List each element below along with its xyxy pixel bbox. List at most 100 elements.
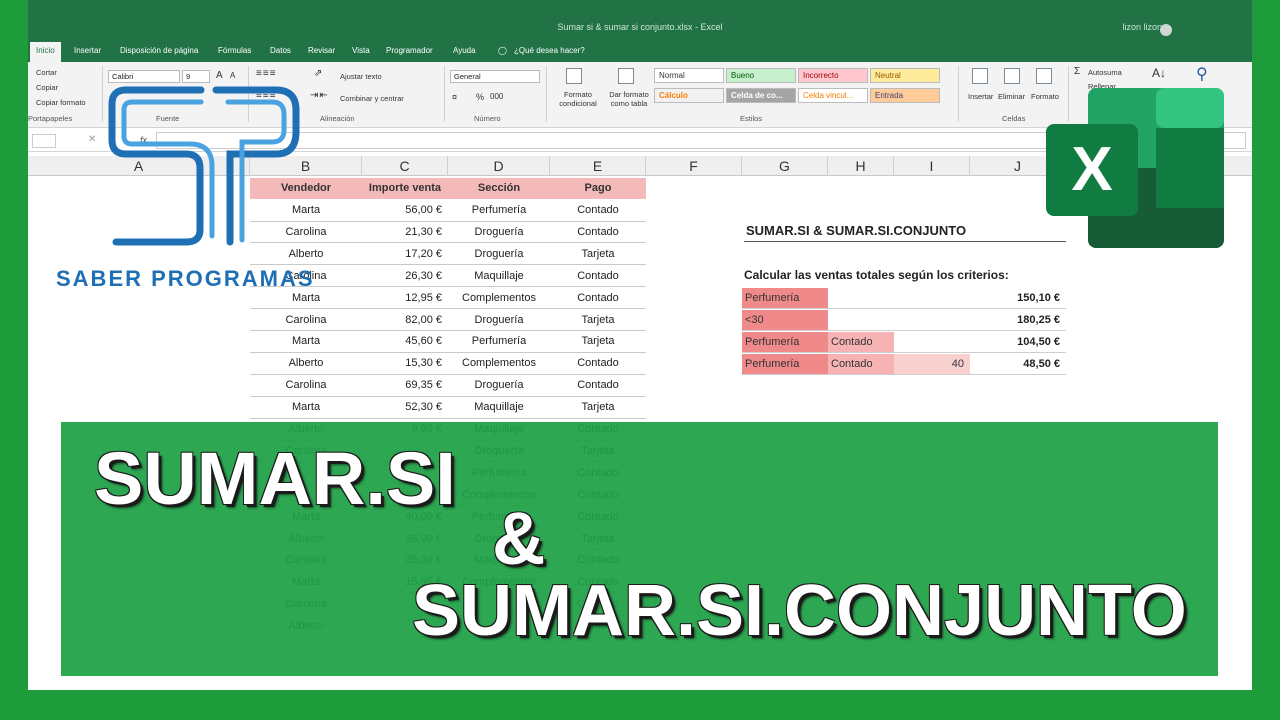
format-painter-button[interactable]: Copiar formato [36, 98, 86, 107]
criteria-cell-i[interactable] [894, 310, 970, 331]
criteria-cell-g[interactable]: Perfumería [742, 354, 828, 375]
sigma-icon[interactable]: Σ [1074, 66, 1080, 77]
cell-vendedor[interactable]: Carolina [250, 375, 362, 395]
summary-title[interactable]: SUMAR.SI & SUMAR.SI.CONJUNTO [744, 220, 1066, 242]
cell-seccion[interactable]: Perfumería [448, 331, 550, 351]
criteria-cell-g[interactable]: Perfumería [742, 332, 828, 353]
cell-importe[interactable]: 56,00 € [362, 200, 448, 220]
percent-button[interactable]: % [476, 92, 484, 102]
cell-importe[interactable]: 21,30 € [362, 222, 448, 242]
criteria-cell-h[interactable] [828, 310, 894, 331]
cell-importe[interactable]: 69,35 € [362, 375, 448, 395]
cell-pago[interactable]: Contado [550, 266, 646, 286]
find-select-icon[interactable]: ⚲ [1196, 64, 1208, 84]
criteria-cell-g[interactable]: <30 [742, 310, 828, 331]
tab-programador[interactable]: Programador [386, 46, 433, 55]
cell-vendedor[interactable]: Marta [250, 397, 362, 417]
criteria-cell-j[interactable]: 104,50 € [970, 332, 1066, 353]
style-incorrecto[interactable]: Incorrecto [798, 68, 868, 83]
conditional-format-button[interactable]: Formato condicional [552, 90, 604, 108]
criteria-cell-h[interactable]: Contado [828, 332, 894, 353]
cell-pago[interactable]: Tarjeta [550, 244, 646, 264]
wrap-text-button[interactable]: Ajustar texto [340, 72, 382, 81]
shrink-font-icon[interactable]: A [230, 71, 235, 80]
cancel-icon[interactable]: ✕ [88, 134, 96, 145]
cell-pago[interactable]: Tarjeta [550, 331, 646, 351]
cell-pago[interactable]: Contado [550, 200, 646, 220]
cell-importe[interactable]: 45,60 € [362, 331, 448, 351]
cell-seccion[interactable]: Maquillaje [448, 397, 550, 417]
table-header-pago[interactable]: Pago [550, 178, 646, 199]
column-header-f[interactable]: F [646, 156, 742, 176]
merge-center-button[interactable]: Combinar y centrar [340, 94, 404, 103]
table-header-seccion[interactable]: Sección [448, 178, 550, 199]
lightbulb-icon[interactable]: ◯ [498, 46, 507, 55]
style-celda-comprobacion[interactable]: Celda de co... [726, 88, 796, 103]
style-normal[interactable]: Normal [654, 68, 724, 83]
cell-vendedor[interactable]: Alberto [250, 353, 362, 373]
cell-seccion[interactable]: Complementos [448, 353, 550, 373]
conditional-format-icon[interactable] [566, 68, 582, 84]
cell-pago[interactable]: Contado [550, 222, 646, 242]
tab-ayuda[interactable]: Ayuda [453, 46, 476, 55]
tab-inicio[interactable]: Inicio [30, 42, 61, 62]
insert-cells-button[interactable]: Insertar [968, 92, 993, 101]
column-header-e[interactable]: E [550, 156, 646, 176]
delete-cells-button[interactable]: Eliminar [998, 92, 1025, 101]
number-format-select[interactable]: General [450, 70, 540, 83]
cell-seccion[interactable]: Droguería [448, 310, 550, 330]
cell-pago[interactable]: Contado [550, 353, 646, 373]
delete-cells-icon[interactable] [1004, 68, 1020, 84]
tab-disposicion[interactable]: Disposición de página [120, 46, 198, 55]
criteria-cell-h[interactable]: Contado [828, 354, 894, 375]
cell-pago[interactable]: Tarjeta [550, 310, 646, 330]
cell-seccion[interactable]: Droguería [448, 375, 550, 395]
criteria-cell-j[interactable]: 48,50 € [970, 354, 1066, 375]
cell-importe[interactable]: 52,30 € [362, 397, 448, 417]
style-calculo[interactable]: Cálculo [654, 88, 724, 103]
criteria-cell-j[interactable]: 180,25 € [970, 310, 1066, 331]
criteria-cell-i[interactable]: 40 [894, 354, 970, 375]
name-box[interactable] [32, 134, 56, 148]
style-bueno[interactable]: Bueno [726, 68, 796, 83]
criteria-label[interactable]: Calcular las ventas totales según los cr… [744, 268, 1009, 282]
criteria-cell-i[interactable] [894, 332, 970, 353]
cell-seccion[interactable]: Maquillaje [448, 266, 550, 286]
cell-seccion[interactable]: Droguería [448, 222, 550, 242]
column-header-g[interactable]: G [742, 156, 828, 176]
style-celda-vinculada[interactable]: Celda vincul... [798, 88, 868, 103]
thousands-button[interactable]: 000 [490, 92, 503, 101]
autosum-button[interactable]: Autosuma [1088, 68, 1122, 77]
format-cells-icon[interactable] [1036, 68, 1052, 84]
criteria-cell-h[interactable] [828, 288, 894, 309]
column-header-c[interactable]: C [362, 156, 448, 176]
currency-icon[interactable]: ¤ [452, 92, 457, 102]
criteria-cell-j[interactable]: 150,10 € [970, 288, 1066, 309]
table-header-importe[interactable]: Importe venta [362, 178, 448, 199]
cell-importe[interactable]: 82,00 € [362, 310, 448, 330]
cell-pago[interactable]: Tarjeta [550, 397, 646, 417]
align-top-icon[interactable]: ≡≡≡ [256, 68, 277, 79]
tab-insertar[interactable]: Insertar [74, 46, 101, 55]
sort-filter-icon[interactable]: A↓ [1152, 66, 1166, 80]
column-header-i[interactable]: I [894, 156, 970, 176]
tell-me-search[interactable]: ¿Qué desea hacer? [514, 46, 585, 55]
cell-seccion[interactable]: Perfumería [448, 200, 550, 220]
cell-seccion[interactable]: Droguería [448, 244, 550, 264]
format-as-table-button[interactable]: Dar formato como tabla [604, 90, 654, 108]
indent-icon[interactable]: ⇥⇤ [310, 90, 329, 101]
cell-importe[interactable]: 12,95 € [362, 288, 448, 308]
cell-importe[interactable]: 17,20 € [362, 244, 448, 264]
user-name[interactable]: lizon lizon [1122, 22, 1162, 32]
format-as-table-icon[interactable] [618, 68, 634, 84]
column-header-d[interactable]: D [448, 156, 550, 176]
cell-importe[interactable]: 15,30 € [362, 353, 448, 373]
cell-importe[interactable]: 26,30 € [362, 266, 448, 286]
orientation-icon[interactable]: ⇗ [314, 68, 322, 79]
cell-pago[interactable]: Contado [550, 375, 646, 395]
style-entrada[interactable]: Entrada [870, 88, 940, 103]
insert-cells-icon[interactable] [972, 68, 988, 84]
column-header-h[interactable]: H [828, 156, 894, 176]
criteria-cell-i[interactable] [894, 288, 970, 309]
tab-formulas[interactable]: Fórmulas [218, 46, 251, 55]
